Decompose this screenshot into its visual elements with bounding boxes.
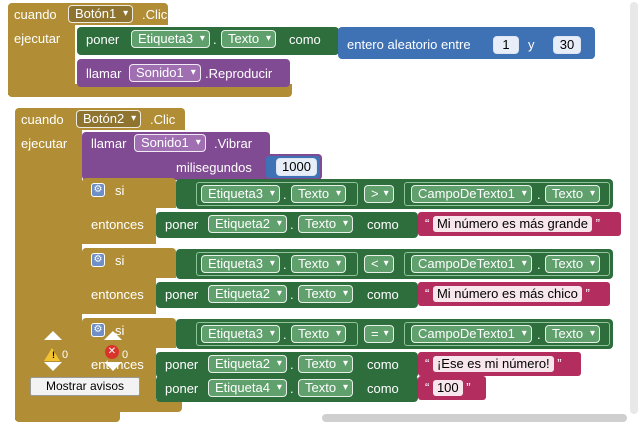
warning-icon-mark: ! xyxy=(52,350,55,360)
do-label: ejecutar xyxy=(14,31,61,46)
if-label: si xyxy=(115,253,125,268)
call-label: llamar xyxy=(86,66,122,81)
if-label: si xyxy=(115,183,125,198)
warning-down-arrow-icon[interactable] xyxy=(44,362,62,371)
warning-up-arrow-icon[interactable] xyxy=(44,331,62,340)
ms-value-field[interactable]: 1000 xyxy=(276,158,317,176)
event-name: .Clic xyxy=(142,7,168,22)
dot-label: . xyxy=(290,217,294,232)
component-dropdown[interactable]: Botón1 xyxy=(68,5,134,23)
call-method-label: .Reproducir xyxy=(205,66,273,81)
gear-icon[interactable]: ⚙ xyxy=(91,253,105,267)
error-icon: ✕ xyxy=(105,345,119,359)
dot-label: . xyxy=(537,327,541,342)
right-component-dropdown[interactable]: CampoDeTexto1 xyxy=(411,325,532,343)
left-property-dropdown[interactable]: Texto xyxy=(291,255,347,273)
right-property-dropdown[interactable]: Texto xyxy=(545,185,601,203)
text-value[interactable]: “ Mi número es más chico ” xyxy=(425,285,590,303)
dot-label: . xyxy=(537,187,541,202)
event-name-2: .Clic xyxy=(150,112,176,127)
left-property-dropdown[interactable]: Texto xyxy=(291,325,347,343)
dot-label: . xyxy=(537,257,541,272)
vibrate-component-dropdown[interactable]: Sonido1 xyxy=(134,134,206,152)
set-target-dropdown[interactable]: Etiqueta4 xyxy=(208,379,287,397)
dot-label: . xyxy=(290,287,294,302)
component-dropdown-2[interactable]: Botón2 xyxy=(76,110,142,128)
random-to-field[interactable]: 30 xyxy=(553,36,581,54)
operator-dropdown[interactable]: < xyxy=(364,255,394,273)
text-value[interactable]: “ 100 ” xyxy=(425,379,471,397)
vertical-scrollbar[interactable] xyxy=(630,2,638,414)
right-property-dropdown[interactable]: Texto xyxy=(545,255,601,273)
dot-label: . xyxy=(283,257,287,272)
right-component-dropdown[interactable]: CampoDeTexto1 xyxy=(411,255,532,273)
set-target-dropdown[interactable]: Etiqueta3 xyxy=(131,30,210,48)
error-count: 0 xyxy=(122,349,129,361)
to-label: como xyxy=(289,32,321,47)
call-label-2: llamar xyxy=(91,136,127,151)
set-label: poner xyxy=(165,287,199,302)
right-property-dropdown[interactable]: Texto xyxy=(545,325,601,343)
error-down-arrow-icon[interactable] xyxy=(104,362,122,371)
error-up-arrow-icon[interactable] xyxy=(104,331,122,340)
horizontal-scrollbar[interactable] xyxy=(322,414,627,422)
right-component-dropdown[interactable]: CampoDeTexto1 xyxy=(411,185,532,203)
to-label: como xyxy=(367,381,399,396)
text-value[interactable]: “ Mi número es más grande ” xyxy=(425,215,600,233)
set-property-dropdown[interactable]: Texto xyxy=(221,30,277,48)
to-label: como xyxy=(367,217,399,232)
dot-label: . xyxy=(213,32,217,47)
set-label: poner xyxy=(165,217,199,232)
when-label-2: cuando xyxy=(21,112,64,127)
left-component-dropdown[interactable]: Etiqueta3 xyxy=(201,325,280,343)
when-label: cuando xyxy=(14,7,57,22)
operator-dropdown[interactable]: > xyxy=(364,185,394,203)
dot-label: . xyxy=(290,357,294,372)
operator-dropdown[interactable]: = xyxy=(364,325,394,343)
then-label: entonces xyxy=(91,217,144,232)
gear-icon[interactable]: ⚙ xyxy=(91,183,105,197)
left-property-dropdown[interactable]: Texto xyxy=(291,185,347,203)
set-property-dropdown[interactable]: Texto xyxy=(298,215,354,233)
random-and-label: y xyxy=(528,37,535,52)
set-label: poner xyxy=(165,357,199,372)
set-property-dropdown[interactable]: Texto xyxy=(298,379,354,397)
set-label: poner xyxy=(165,381,199,396)
random-from-field[interactable]: 1 xyxy=(493,36,519,54)
set-target-dropdown[interactable]: Etiqueta2 xyxy=(208,285,287,303)
then-label: entonces xyxy=(91,287,144,302)
milliseconds-label: milisegundos xyxy=(176,160,252,175)
text-value[interactable]: “ ¡Ese es mi número! ” xyxy=(425,355,562,373)
set-target-dropdown[interactable]: Etiqueta2 xyxy=(208,355,287,373)
gear-icon[interactable]: ⚙ xyxy=(91,323,105,337)
show-warnings-button[interactable]: Mostrar avisos xyxy=(30,377,140,396)
to-label: como xyxy=(367,287,399,302)
set-property-dropdown[interactable]: Texto xyxy=(298,355,354,373)
set-label: poner xyxy=(86,32,120,47)
dot-label: . xyxy=(283,187,287,202)
call-component-dropdown[interactable]: Sonido1 xyxy=(129,64,201,82)
dot-label: . xyxy=(290,381,294,396)
vibrate-method-label: .Vibrar xyxy=(214,136,253,151)
do-label-2: ejecutar xyxy=(21,136,68,151)
left-component-dropdown[interactable]: Etiqueta3 xyxy=(201,255,280,273)
warning-count: 0 xyxy=(62,349,69,361)
to-label: como xyxy=(367,357,399,372)
dot-label: . xyxy=(283,327,287,342)
set-property-dropdown[interactable]: Texto xyxy=(298,285,354,303)
set-target-dropdown[interactable]: Etiqueta2 xyxy=(208,215,287,233)
random-label: entero aleatorio entre xyxy=(347,37,471,52)
left-component-dropdown[interactable]: Etiqueta3 xyxy=(201,185,280,203)
